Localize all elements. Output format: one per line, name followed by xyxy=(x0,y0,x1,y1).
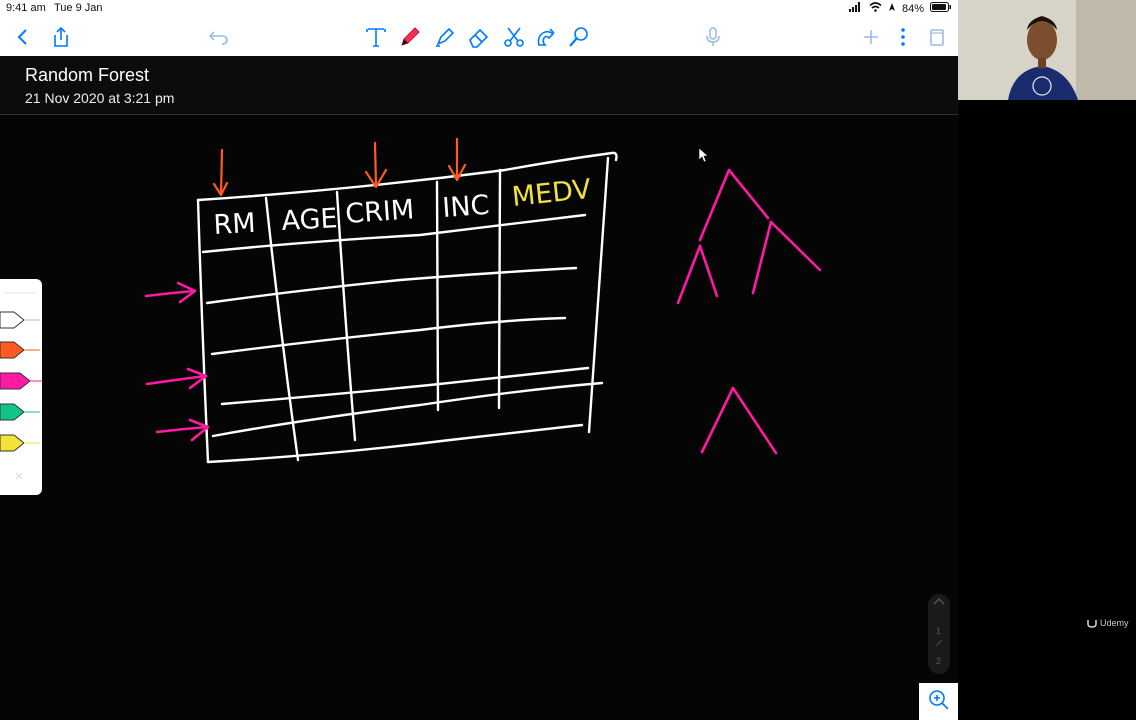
udemy-watermark: Udemy xyxy=(1086,618,1129,628)
page-current: 1 xyxy=(936,626,941,636)
table-row-line xyxy=(205,266,578,305)
table-row-line xyxy=(211,381,604,438)
table-row-line xyxy=(220,366,590,406)
orange-arrow xyxy=(447,137,467,182)
pink-arrow xyxy=(144,281,197,304)
signal-icon xyxy=(848,2,863,15)
lasso-scissors-icon[interactable] xyxy=(501,24,527,50)
wifi-icon xyxy=(869,2,882,15)
orange-arrow xyxy=(212,148,229,197)
pen-palette xyxy=(0,279,42,495)
green-pen-icon[interactable] xyxy=(0,403,40,421)
table-bottom-border xyxy=(206,423,584,464)
palette-close-icon[interactable] xyxy=(15,472,23,480)
toolbar xyxy=(0,18,958,57)
zoom-button[interactable] xyxy=(919,683,958,720)
decision-tree-sketch xyxy=(676,168,822,305)
table-header-medv: MEDV xyxy=(510,174,592,213)
white-pen-icon[interactable] xyxy=(0,311,40,329)
table-column-line xyxy=(435,180,440,412)
page-overview-icon[interactable] xyxy=(924,24,950,50)
status-right: 84% xyxy=(848,2,952,15)
pen-tool-icon[interactable] xyxy=(397,24,423,50)
status-time: 9:41 am xyxy=(6,2,46,14)
laser-pointer-icon[interactable] xyxy=(566,24,592,50)
microphone-icon[interactable] xyxy=(700,24,726,50)
table-row-line xyxy=(210,316,567,356)
table-header-age: AGE xyxy=(281,203,339,237)
instructor-webcam xyxy=(958,0,1136,100)
text-tool-icon[interactable] xyxy=(363,24,389,50)
table-header-inc: INC xyxy=(441,190,490,224)
pink-arrow xyxy=(145,367,208,390)
back-icon[interactable] xyxy=(10,24,36,50)
chevron-up-icon[interactable] xyxy=(933,598,945,605)
highlighter-tool-icon[interactable] xyxy=(432,24,458,50)
status-bar: 9:41 am Tue 9 Jan 84% xyxy=(0,0,958,18)
page-navigator[interactable]: 1 2 xyxy=(928,594,950,674)
yellow-pen-icon[interactable] xyxy=(0,434,40,452)
note-timestamp: 21 Nov 2020 at 3:21 pm xyxy=(25,90,175,106)
shapes-tool-icon[interactable] xyxy=(533,24,559,50)
table-header-rm: RM xyxy=(213,208,257,241)
orange-pen-icon[interactable] xyxy=(0,341,40,359)
zoom-in-icon[interactable] xyxy=(929,690,949,710)
orange-arrow xyxy=(364,141,388,189)
table-column-line xyxy=(264,196,300,462)
drawing-canvas[interactable]: RM AGE CRIM INC MEDV xyxy=(0,115,958,720)
status-date: Tue 9 Jan xyxy=(54,2,103,14)
watermark-text: Udemy xyxy=(1100,618,1129,628)
table-header-crim: CRIM xyxy=(344,194,415,230)
pink-arrow xyxy=(155,418,210,442)
note-title[interactable]: Random Forest xyxy=(25,65,149,86)
battery-location-icon xyxy=(888,2,896,15)
undo-icon[interactable] xyxy=(206,24,232,50)
eraser-tool-icon[interactable] xyxy=(466,24,492,50)
mouse-cursor-icon xyxy=(698,147,709,163)
note-header: Random Forest 21 Nov 2020 at 3:21 pm xyxy=(0,56,958,115)
more-options-icon[interactable] xyxy=(890,24,916,50)
udemy-logo-icon xyxy=(1087,620,1097,628)
pink-pen-icon[interactable] xyxy=(0,372,42,390)
share-icon[interactable] xyxy=(48,24,74,50)
battery-percent: 84% xyxy=(901,2,924,15)
battery-icon xyxy=(930,2,952,15)
page-total: 2 xyxy=(936,656,941,666)
notes-app: 9:41 am Tue 9 Jan 84% Random Forest 21 N… xyxy=(0,0,958,720)
decision-stump-sketch xyxy=(700,386,778,455)
add-page-icon[interactable] xyxy=(858,24,884,50)
table-column-line xyxy=(497,168,502,410)
